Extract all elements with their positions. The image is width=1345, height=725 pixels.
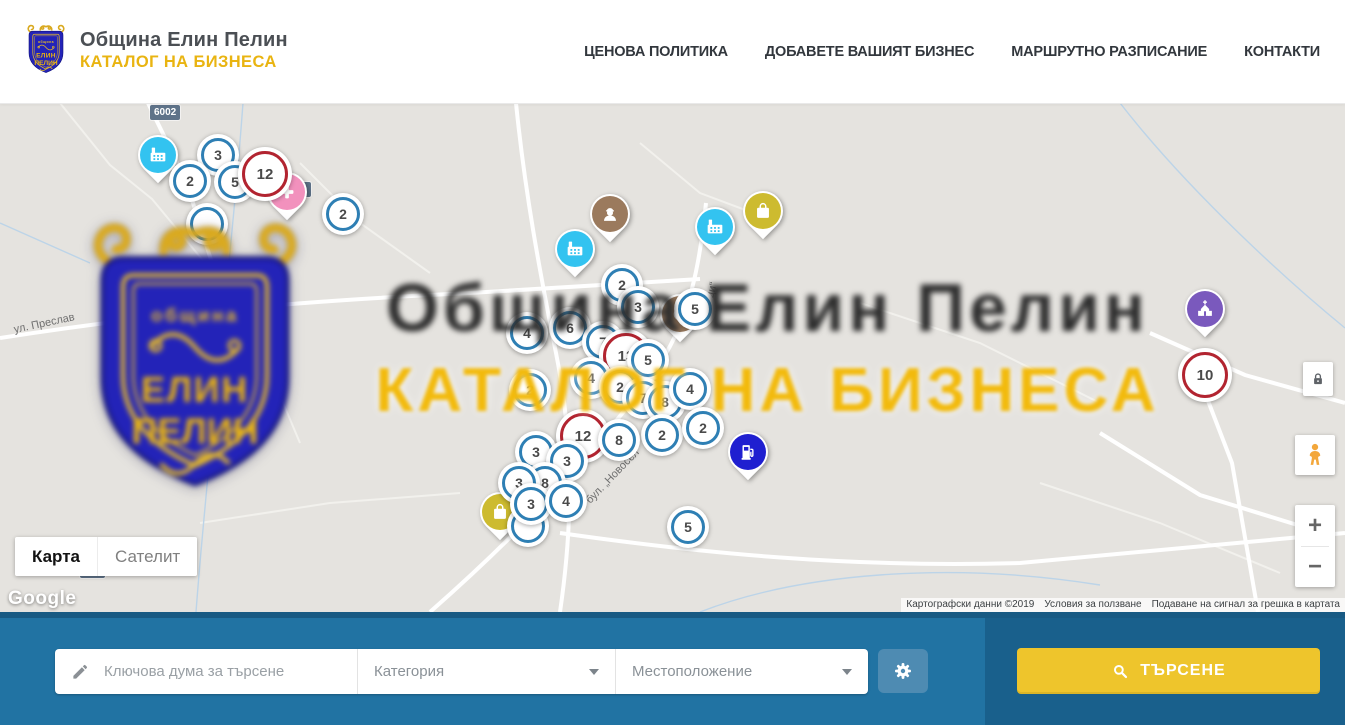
cluster-count: 10 bbox=[1197, 367, 1214, 384]
map-attribution: Картографски данни ©2019 Условия за полз… bbox=[901, 598, 1345, 612]
cluster-marker[interactable] bbox=[186, 203, 228, 245]
chevron-down-icon bbox=[589, 669, 599, 675]
cluster-count: 4 bbox=[523, 325, 531, 341]
cluster-count: 4 bbox=[562, 493, 570, 509]
location-select[interactable]: Местоположение bbox=[615, 649, 868, 694]
cluster-marker[interactable]: 4 bbox=[506, 312, 548, 354]
church-icon bbox=[1187, 291, 1223, 327]
map-type-map-button[interactable]: Карта bbox=[15, 537, 97, 576]
site-subtitle: КАТАЛОГ НА БИЗНЕСА bbox=[80, 53, 288, 72]
brand[interactable]: Община Елин Пелин КАТАЛОГ НА БИЗНЕСА bbox=[24, 22, 288, 78]
cluster-marker[interactable]: 4 bbox=[545, 480, 587, 522]
cluster-count: 3 bbox=[634, 299, 642, 315]
search-button[interactable]: ТЪРСЕНЕ bbox=[1017, 648, 1320, 694]
zoom-control: + − bbox=[1295, 505, 1335, 587]
pencil-icon bbox=[71, 662, 90, 681]
cluster-count: 2 bbox=[699, 420, 707, 436]
keyword-search-input[interactable] bbox=[102, 662, 341, 681]
cluster-ring bbox=[190, 207, 224, 241]
cluster-count: 2 bbox=[526, 382, 534, 398]
brand-titles: Община Елин Пелин КАТАЛОГ НА БИЗНЕСА bbox=[80, 28, 288, 72]
cluster-count: 4 bbox=[587, 370, 595, 386]
cluster-marker[interactable]: 2 bbox=[509, 369, 551, 411]
zoom-out-button[interactable]: − bbox=[1295, 547, 1335, 587]
category-select[interactable]: Категория bbox=[357, 649, 615, 694]
zoom-in-button[interactable]: + bbox=[1295, 506, 1335, 546]
cluster-marker[interactable]: 2 bbox=[169, 160, 211, 202]
business-pin-church[interactable] bbox=[1182, 287, 1228, 341]
search-input-group: Категория Местоположение bbox=[55, 649, 868, 694]
map-canvas[interactable]: ул. Преславбул. „Новоселци“ 60021051 325… bbox=[0, 103, 1345, 612]
location-select-value: Местоположение bbox=[632, 663, 752, 680]
cluster-marker[interactable]: 12 bbox=[238, 147, 292, 201]
cluster-count: 3 bbox=[214, 147, 222, 163]
cluster-marker[interactable]: 2 bbox=[322, 193, 364, 235]
cluster-count: 3 bbox=[563, 453, 571, 469]
lock-icon bbox=[1309, 370, 1327, 388]
cluster-marker[interactable]: 5 bbox=[674, 288, 716, 330]
factory-icon bbox=[557, 231, 593, 267]
cluster-count: 2 bbox=[186, 173, 194, 189]
cluster-marker[interactable]: 5 bbox=[667, 506, 709, 548]
cluster-count: 5 bbox=[684, 519, 692, 535]
chevron-down-icon bbox=[842, 669, 852, 675]
cluster-count: 12 bbox=[257, 166, 274, 183]
nav-contacts[interactable]: КОНТАКТИ bbox=[1244, 44, 1320, 60]
cluster-count: 2 bbox=[339, 206, 347, 222]
cluster-count: 4 bbox=[686, 381, 694, 397]
factory-icon bbox=[140, 137, 176, 173]
cluster-marker[interactable]: 2 bbox=[641, 414, 683, 456]
header: Община Елин Пелин КАТАЛОГ НА БИЗНЕСА ЦЕН… bbox=[0, 0, 1345, 104]
business-pin-factory[interactable] bbox=[552, 227, 598, 281]
cluster-marker[interactable]: 8 bbox=[598, 419, 640, 461]
cluster-marker[interactable]: 2 bbox=[682, 407, 724, 449]
cluster-count: 8 bbox=[661, 394, 669, 410]
cluster-count: 3 bbox=[527, 496, 535, 512]
nav-add-business[interactable]: ДОБАВЕТЕ ВАШИЯТ БИЗНЕС bbox=[765, 44, 974, 60]
attribution-report-link[interactable]: Подаване на сигнал за грешка в картата bbox=[1147, 598, 1345, 612]
search-panel: Категория Местоположение ТЪРСЕНЕ bbox=[0, 612, 1345, 725]
cluster-count: 3 bbox=[532, 444, 540, 460]
cluster-count: 5 bbox=[644, 352, 652, 368]
keyword-section bbox=[55, 649, 357, 694]
cluster-marker[interactable]: 3 bbox=[617, 286, 659, 328]
attribution-terms-link[interactable]: Условия за ползване bbox=[1039, 598, 1146, 612]
fuel-icon bbox=[730, 434, 766, 470]
nav-pricing[interactable]: ЦЕНОВА ПОЛИТИКА bbox=[584, 44, 728, 60]
search-button-label: ТЪРСЕНЕ bbox=[1140, 662, 1225, 680]
attribution-data-notice: Картографски данни ©2019 bbox=[901, 598, 1039, 612]
pegman-icon bbox=[1301, 441, 1329, 469]
search-icon bbox=[1111, 662, 1129, 680]
category-select-value: Категория bbox=[374, 663, 444, 680]
lock-control[interactable] bbox=[1303, 362, 1333, 396]
cluster-count: 6 bbox=[566, 320, 574, 336]
cluster-marker[interactable]: 4 bbox=[669, 368, 711, 410]
google-logo[interactable]: Google bbox=[8, 588, 76, 610]
cluster-count: 8 bbox=[615, 432, 623, 448]
street-view-pegman[interactable] bbox=[1295, 435, 1335, 475]
cluster-count: 2 bbox=[658, 427, 666, 443]
gear-icon bbox=[891, 659, 915, 683]
bag-icon bbox=[745, 193, 781, 229]
map-type-control: Карта Сателит bbox=[15, 537, 197, 576]
nav-bus-schedule[interactable]: МАРШРУТНО РАЗПИСАНИЕ bbox=[1011, 44, 1207, 60]
municipality-coat-of-arms-icon bbox=[24, 22, 68, 78]
business-pin-fuel[interactable] bbox=[725, 430, 771, 484]
map-markers: 32512223564713524278422128338334510 bbox=[0, 103, 1345, 612]
advanced-search-button[interactable] bbox=[878, 649, 928, 693]
business-pin-factory[interactable] bbox=[692, 205, 738, 259]
business-pin-bag[interactable] bbox=[740, 189, 786, 243]
site-title: Община Елин Пелин bbox=[80, 28, 288, 53]
map-type-satellite-button[interactable]: Сателит bbox=[97, 537, 197, 576]
factory-icon bbox=[697, 209, 733, 245]
cluster-count: 5 bbox=[691, 301, 699, 317]
cluster-marker[interactable]: 10 bbox=[1178, 348, 1232, 402]
main-nav: ЦЕНОВА ПОЛИТИКА ДОБАВЕТЕ ВАШИЯТ БИЗНЕС М… bbox=[584, 0, 1320, 103]
